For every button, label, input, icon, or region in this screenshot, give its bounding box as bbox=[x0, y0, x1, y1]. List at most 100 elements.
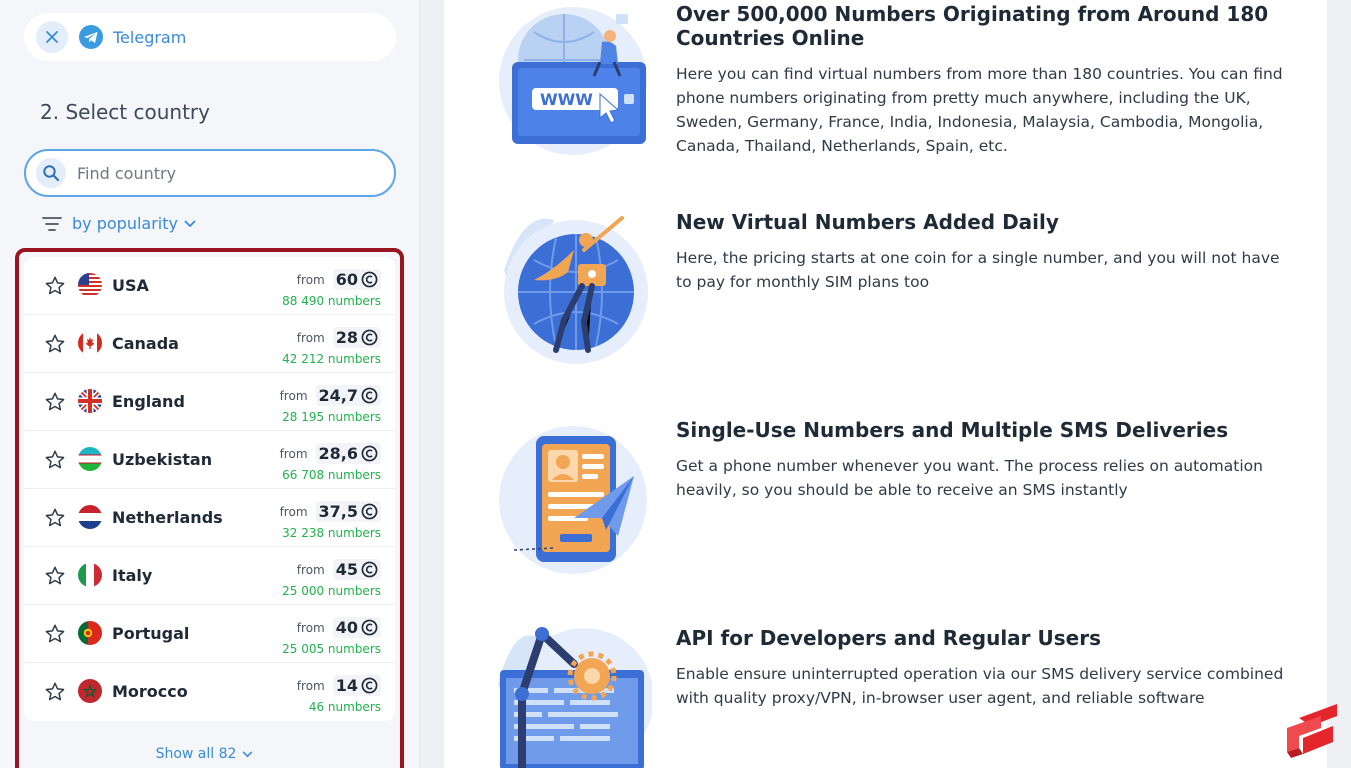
sort-dropdown[interactable]: by popularity bbox=[42, 214, 196, 233]
price: from 40 bbox=[297, 617, 381, 638]
country-row-italy[interactable]: Italy from 45 25 000 numbers bbox=[24, 547, 395, 605]
feature-text: Here, the pricing starts at one coin for… bbox=[676, 249, 1280, 291]
close-icon bbox=[46, 31, 58, 43]
from-label: from bbox=[296, 562, 325, 577]
from-label: from bbox=[296, 620, 325, 635]
star-icon[interactable] bbox=[44, 333, 66, 355]
canada-flag-icon bbox=[78, 331, 102, 355]
price-box: 60 bbox=[332, 269, 381, 290]
price-box: 14 bbox=[332, 675, 381, 696]
price: from 24,7 bbox=[280, 385, 381, 406]
star-icon[interactable] bbox=[44, 507, 66, 529]
country-list: USA from 60 88 490 numbers Canada from 2… bbox=[24, 257, 395, 721]
features-panel: WWW Over 500,000 Numbers Originating fro… bbox=[444, 0, 1327, 768]
from-label: from bbox=[296, 678, 325, 693]
from-label: from bbox=[279, 446, 308, 461]
robot-arm-illustration bbox=[498, 627, 652, 768]
feature-title: Over 500,000 Numbers Originating from Ar… bbox=[676, 2, 1269, 50]
feature-text: Get a phone number whenever you want. Th… bbox=[676, 457, 1263, 499]
show-all-button[interactable]: Show all 82 bbox=[19, 746, 390, 762]
country-name: Netherlands bbox=[112, 508, 223, 527]
netherlands-flag-icon bbox=[78, 505, 102, 529]
numbers-count: 66 708 numbers bbox=[282, 468, 381, 482]
price-box: 40 bbox=[332, 617, 381, 638]
numbers-count: 25 000 numbers bbox=[282, 584, 381, 598]
price-value: 45 bbox=[335, 560, 358, 579]
price-value: 28,6 bbox=[318, 444, 358, 463]
price: from 37,5 bbox=[280, 501, 381, 522]
coin-icon bbox=[361, 387, 378, 404]
country-name: USA bbox=[112, 276, 149, 295]
price-value: 37,5 bbox=[318, 502, 358, 521]
price-box: 28 bbox=[332, 327, 381, 348]
show-all-label: Show all 82 bbox=[155, 746, 237, 762]
price: from 14 bbox=[297, 675, 381, 696]
price-box: 24,7 bbox=[315, 385, 381, 406]
country-search[interactable] bbox=[24, 149, 396, 197]
numbers-count: 32 238 numbers bbox=[282, 526, 381, 540]
coin-icon bbox=[361, 445, 378, 462]
flying-hero-illustration bbox=[504, 216, 648, 364]
star-icon[interactable] bbox=[44, 681, 66, 703]
phone-profile-illustration bbox=[499, 426, 647, 574]
country-row-usa[interactable]: USA from 60 88 490 numbers bbox=[24, 257, 395, 315]
country-row-portugal[interactable]: Portugal from 40 25 005 numbers bbox=[24, 605, 395, 663]
uzbekistan-flag-icon bbox=[78, 447, 102, 471]
telegram-icon bbox=[79, 25, 103, 49]
star-icon[interactable] bbox=[44, 275, 66, 297]
usa-flag-icon bbox=[78, 273, 102, 297]
country-row-netherlands[interactable]: Netherlands from 37,5 32 238 numbers bbox=[24, 489, 395, 547]
coin-icon bbox=[361, 677, 378, 694]
service-name: Telegram bbox=[113, 27, 187, 47]
numbers-count: 28 195 numbers bbox=[282, 410, 381, 424]
star-icon[interactable] bbox=[44, 449, 66, 471]
chevron-down-icon bbox=[184, 220, 196, 227]
brand-logo-icon bbox=[1287, 704, 1337, 758]
chevron-down-icon bbox=[243, 751, 253, 757]
price-value: 24,7 bbox=[318, 386, 358, 405]
morocco-flag-icon bbox=[78, 679, 102, 703]
coin-icon bbox=[361, 503, 378, 520]
globe-www-illustration: WWW bbox=[499, 7, 647, 155]
step-title: 2. Select country bbox=[40, 100, 210, 124]
country-name: Uzbekistan bbox=[112, 450, 213, 469]
coin-icon bbox=[361, 561, 378, 578]
search-input[interactable] bbox=[77, 163, 357, 183]
italy-flag-icon bbox=[78, 563, 102, 587]
from-label: from bbox=[296, 330, 325, 345]
country-name: England bbox=[112, 392, 185, 411]
star-icon[interactable] bbox=[44, 623, 66, 645]
search-icon bbox=[43, 165, 60, 182]
country-list-highlight: USA from 60 88 490 numbers Canada from 2… bbox=[15, 248, 404, 768]
numbers-count: 42 212 numbers bbox=[282, 352, 381, 366]
country-row-canada[interactable]: Canada from 28 42 212 numbers bbox=[24, 315, 395, 373]
coin-icon bbox=[361, 271, 378, 288]
feature-text: Here you can find virtual numbers from m… bbox=[676, 65, 1283, 155]
price-value: 28 bbox=[335, 328, 358, 347]
price-box: 45 bbox=[332, 559, 381, 580]
feature-title: New Virtual Numbers Added Daily bbox=[676, 210, 1059, 234]
price: from 28,6 bbox=[280, 443, 381, 464]
price: from 45 bbox=[297, 559, 381, 580]
portugal-flag-icon bbox=[78, 621, 102, 645]
price-value: 60 bbox=[335, 270, 358, 289]
price: from 60 bbox=[297, 269, 381, 290]
country-name: Italy bbox=[112, 566, 153, 585]
sort-label: by popularity bbox=[72, 214, 178, 233]
filter-icon bbox=[42, 216, 62, 231]
from-label: from bbox=[279, 504, 308, 519]
feature-title: API for Developers and Regular Users bbox=[676, 626, 1101, 650]
country-row-uzbekistan[interactable]: Uzbekistan from 28,6 66 708 numbers bbox=[24, 431, 395, 489]
price-box: 37,5 bbox=[315, 501, 381, 522]
country-row-morocco[interactable]: Morocco from 14 46 numbers bbox=[24, 663, 395, 721]
price: from 28 bbox=[297, 327, 381, 348]
price-value: 14 bbox=[335, 676, 358, 695]
clear-service-button[interactable] bbox=[36, 21, 68, 53]
star-icon[interactable] bbox=[44, 565, 66, 587]
search-icon-wrap bbox=[36, 158, 66, 188]
from-label: from bbox=[279, 388, 308, 403]
star-icon[interactable] bbox=[44, 391, 66, 413]
country-row-england[interactable]: England from 24,7 28 195 numbers bbox=[24, 373, 395, 431]
price-value: 40 bbox=[335, 618, 358, 637]
selected-service[interactable]: Telegram bbox=[24, 13, 396, 61]
